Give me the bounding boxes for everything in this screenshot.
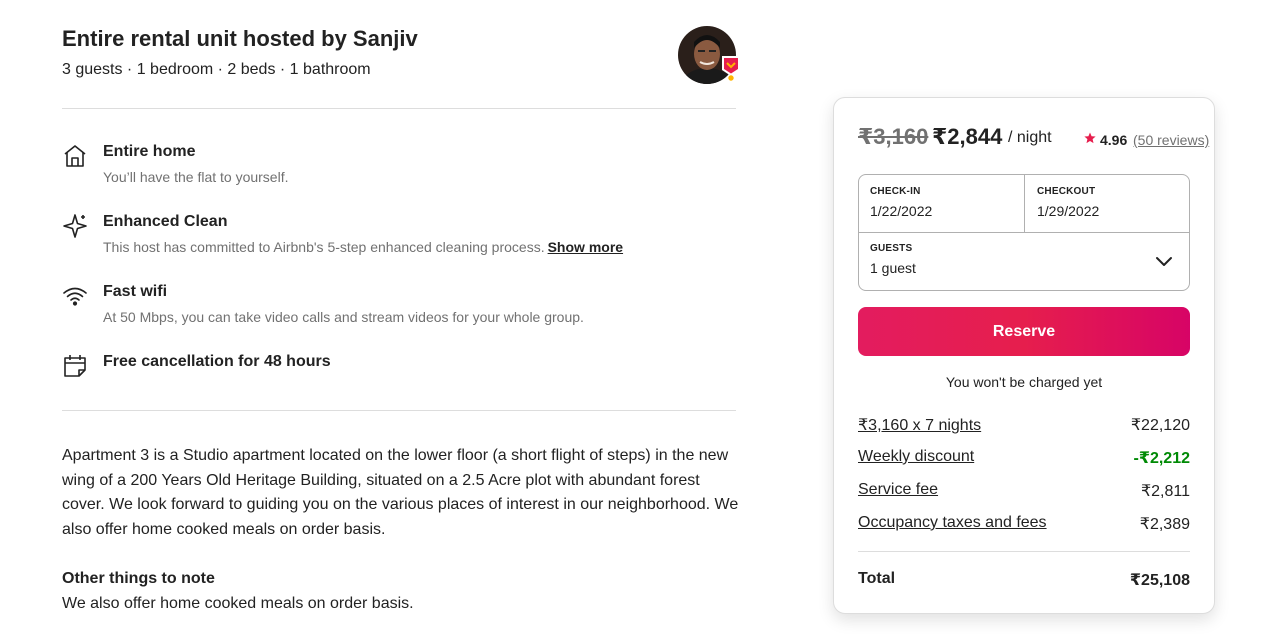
no-charge-note: You won't be charged yet bbox=[945, 374, 1103, 390]
line-item-taxes: Occupancy taxes and fees ₹2,389 bbox=[858, 514, 1190, 536]
section-divider bbox=[62, 410, 736, 411]
home-icon bbox=[62, 143, 88, 169]
date-guest-picker: CHECK-IN 1/22/2022 CHECKOUT 1/29/2022 GU… bbox=[858, 174, 1190, 291]
feature-title: Enhanced Clean bbox=[103, 213, 228, 230]
line-item-label[interactable]: Service fee bbox=[858, 481, 938, 499]
sparkle-icon bbox=[62, 213, 88, 239]
other-things-heading: Other things to note bbox=[62, 570, 215, 587]
total-amount: ₹25,108 bbox=[1129, 572, 1190, 589]
guests-label: GUESTS bbox=[870, 243, 913, 254]
checkout-value: 1/29/2022 bbox=[1037, 203, 1100, 219]
calendar-icon bbox=[62, 353, 88, 379]
line-item-label[interactable]: Occupancy taxes and fees bbox=[858, 514, 1047, 532]
chevron-down-icon[interactable] bbox=[1155, 252, 1173, 270]
checkout-field[interactable]: CHECKOUT 1/29/2022 bbox=[1037, 186, 1187, 219]
rating-value: 4.96 bbox=[1100, 132, 1128, 148]
guests-value: 1 guest bbox=[870, 260, 916, 276]
feature-description: You’ll have the flat to yourself. bbox=[103, 169, 289, 185]
feature-title: Fast wifi bbox=[103, 283, 168, 300]
total-row: Total ₹25,108 bbox=[858, 570, 1190, 592]
line-item-amount: ₹2,389 bbox=[1139, 516, 1190, 533]
guests-field[interactable]: GUESTS 1 guest bbox=[870, 243, 1180, 276]
reviews-link[interactable]: (50 reviews) bbox=[1133, 132, 1209, 148]
line-item-label[interactable]: ₹3,160 x 7 nights bbox=[858, 415, 981, 435]
other-things-text: We also offer home cooked meals on order… bbox=[62, 595, 414, 612]
checkin-field[interactable]: CHECK-IN 1/22/2022 bbox=[870, 186, 1020, 219]
show-more-link[interactable]: Show more bbox=[548, 239, 623, 255]
checkin-label: CHECK-IN bbox=[870, 186, 921, 197]
per-night-label: / night bbox=[1008, 129, 1052, 146]
line-item-weekly-discount: Weekly discount -₹2,212 bbox=[858, 448, 1190, 470]
total-divider bbox=[858, 551, 1190, 552]
feature-title: Free cancellation for 48 hours bbox=[103, 353, 331, 370]
line-item-amount: -₹2,212 bbox=[1133, 450, 1191, 467]
line-item-service-fee: Service fee ₹2,811 bbox=[858, 481, 1190, 503]
price-row: ₹3,160 ₹2,844 / night 4.96 (50 reviews) bbox=[858, 124, 1209, 154]
listing-description: Apartment 3 is a Studio apartment locate… bbox=[62, 447, 739, 538]
star-icon bbox=[1084, 131, 1096, 144]
line-item-label[interactable]: Weekly discount bbox=[858, 448, 974, 466]
booking-card: ₹3,160 ₹2,844 / night 4.96 (50 reviews) … bbox=[833, 97, 1215, 614]
original-price: ₹3,160 bbox=[858, 124, 929, 149]
feature-description: This host has committed to Airbnb's 5-st… bbox=[103, 239, 623, 255]
listing-capacity: 3 guests · 1 bedroom · 2 beds · 1 bathro… bbox=[62, 61, 371, 78]
listing-title: Entire rental unit hosted by Sanjiv bbox=[62, 26, 418, 51]
feature-title: Entire home bbox=[103, 143, 196, 160]
feature-description: At 50 Mbps, you can take video calls and… bbox=[103, 309, 584, 325]
picker-divider bbox=[1024, 175, 1025, 232]
reserve-button[interactable]: Reserve bbox=[858, 307, 1190, 356]
section-divider bbox=[62, 108, 736, 109]
wifi-icon bbox=[62, 283, 88, 309]
line-item-nights: ₹3,160 x 7 nights ₹22,120 bbox=[858, 415, 1190, 437]
superhost-badge-icon bbox=[720, 54, 742, 82]
picker-divider bbox=[859, 232, 1189, 233]
checkout-label: CHECKOUT bbox=[1037, 186, 1096, 197]
feature-description-text: This host has committed to Airbnb's 5-st… bbox=[103, 239, 545, 255]
discounted-price: ₹2,844 bbox=[932, 124, 1003, 149]
line-item-amount: ₹2,811 bbox=[1140, 483, 1190, 500]
line-item-amount: ₹22,120 bbox=[1130, 417, 1190, 434]
checkin-value: 1/22/2022 bbox=[870, 203, 933, 219]
total-label: Total bbox=[858, 570, 896, 587]
